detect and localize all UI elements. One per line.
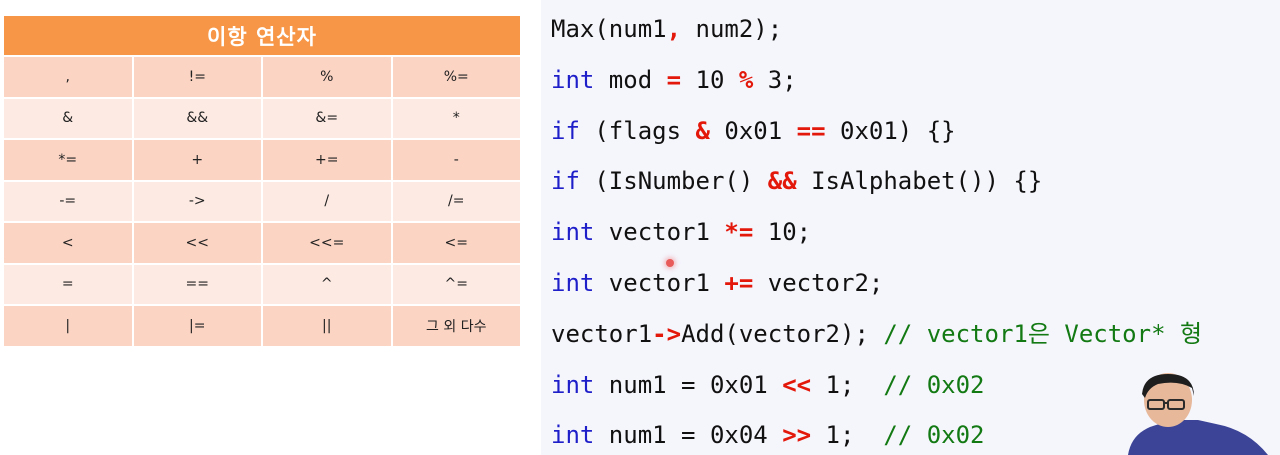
code-text: vector2;	[753, 269, 884, 297]
operator-cell: <	[4, 223, 132, 263]
pointer-dot	[666, 259, 674, 267]
binary-operator-table: 이항 연산자 , !=% %= & && &= * *= + += - -= -> //= < << <<= <=…	[4, 16, 520, 346]
code-line: Max(num1, num2);	[551, 14, 782, 44]
operator-cell: ==	[133, 264, 261, 304]
code-line: int num1 = 0x01 << 1; // 0x02	[551, 370, 985, 400]
code-operator: ->	[652, 319, 682, 348]
operator-cell: <=	[392, 223, 520, 263]
operator-cell: *=	[4, 140, 132, 180]
operator-cell: -=	[4, 181, 132, 221]
code-text: Max(num1	[551, 15, 667, 43]
code-operator: >>	[782, 421, 812, 450]
code-comment: // 0x02	[883, 421, 985, 450]
code-keyword: int	[551, 269, 595, 297]
operator-cell: <<	[133, 223, 261, 263]
code-text: 1;	[811, 421, 884, 450]
code-operator: <<	[782, 370, 812, 399]
code-line: int num1 = 0x04 >> 1; // 0x02	[551, 420, 985, 450]
operator-cell: =	[4, 264, 132, 304]
code-text: 0x01) {}	[825, 116, 956, 145]
code-keyword: if	[551, 167, 580, 196]
code-operator: =	[666, 65, 682, 94]
code-keyword: int	[551, 65, 595, 94]
operator-cell: |=	[133, 306, 261, 346]
code-line: int mod = 10 % 3;	[551, 65, 797, 95]
operator-grid: , !=% %= & && &= * *= + += - -= -> //= < << <<= <= = == ^ ^= |…	[4, 57, 520, 346]
operator-cell: ^	[263, 264, 391, 304]
operator-cell: +=	[263, 140, 391, 180]
code-line: int vector1 *= 10;	[551, 217, 811, 247]
code-keyword: int	[551, 421, 595, 450]
code-keyword: int	[551, 218, 595, 247]
code-keyword: int	[551, 370, 595, 399]
code-text: vector1	[594, 218, 725, 247]
operator-cell: +	[133, 140, 261, 180]
code-operator: +=	[724, 269, 754, 297]
code-text: num1 = 0x04	[594, 421, 783, 450]
code-comment: // vector1은 Vector* 형	[883, 319, 1203, 348]
code-text: 3;	[753, 65, 797, 94]
code-text: 0x01	[709, 116, 797, 145]
operator-cell: /=	[392, 181, 520, 221]
operator-cell: &&	[133, 98, 261, 138]
operator-cell: ,	[4, 57, 132, 97]
operator-cell: %=	[392, 57, 520, 97]
operator-cell: /	[263, 181, 391, 221]
code-text: (IsNumber()	[579, 167, 768, 196]
code-text: 1;	[811, 370, 884, 399]
operator-cell: 그 외 다수	[392, 306, 520, 346]
operator-cell: !=	[133, 57, 261, 97]
code-text: num2);	[681, 15, 783, 43]
operator-cell: -	[392, 140, 520, 180]
operator-cell: *	[392, 98, 520, 138]
code-text: num1 = 0x01	[594, 370, 783, 399]
code-text: 10;	[753, 218, 812, 247]
table-title: 이항 연산자	[4, 16, 520, 55]
operator-cell: %	[263, 57, 391, 97]
code-operator: %	[738, 65, 754, 94]
code-operator: *=	[724, 218, 754, 247]
code-text: 10	[681, 65, 739, 94]
code-line: int vector1 += vector2;	[551, 268, 883, 298]
code-line: if (IsNumber() && IsAlphabet()) {}	[551, 166, 1042, 196]
code-line: vector1->Add(vector2); // vector1은 Vecto…	[551, 319, 1202, 349]
code-operator: ,	[666, 15, 682, 43]
operator-cell: &=	[263, 98, 391, 138]
code-text: vector1	[594, 269, 725, 297]
operator-cell: |	[4, 306, 132, 346]
code-line: if (flags & 0x01 == 0x01) {}	[551, 116, 956, 146]
code-text: vector1	[551, 319, 653, 348]
code-operator: &	[695, 116, 710, 145]
code-keyword: if	[551, 116, 580, 145]
code-text: (flags	[579, 116, 696, 145]
code-comment: // 0x02	[883, 370, 985, 399]
operator-cell: ||	[263, 306, 391, 346]
operator-cell: ^=	[392, 264, 520, 304]
code-operator: &&	[767, 167, 797, 196]
code-text: IsAlphabet()) {}	[796, 167, 1043, 196]
operator-cell: &	[4, 98, 132, 138]
code-text: Add(vector2);	[681, 319, 884, 348]
operator-cell: <<=	[263, 223, 391, 263]
code-operator: ==	[796, 116, 826, 145]
operator-cell: ->	[133, 181, 261, 221]
presenter-video	[1118, 372, 1280, 455]
code-text: mod	[594, 65, 667, 94]
